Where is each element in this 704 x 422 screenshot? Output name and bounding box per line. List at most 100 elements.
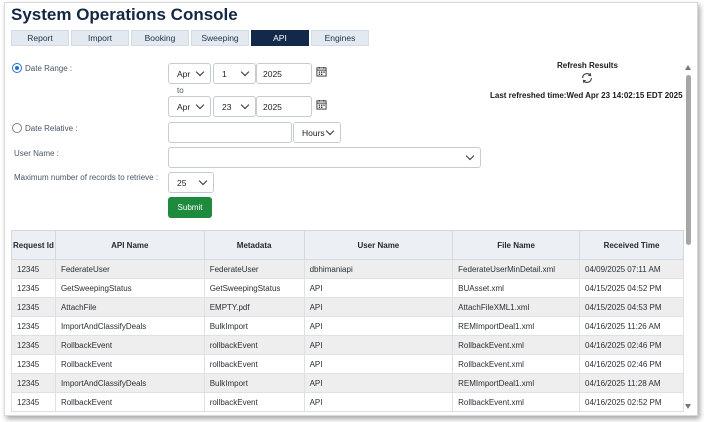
cell-request-id: 12345: [11, 354, 56, 374]
cell-received-time: 04/15/2025 04:52 PM: [579, 278, 684, 298]
from-year-value: 2025: [263, 68, 282, 79]
user-name-select[interactable]: [168, 147, 481, 168]
table-row[interactable]: 12345 ImportAndClassifyDeals BulkImport …: [11, 373, 684, 393]
to-label: to: [177, 86, 184, 95]
calendar-icon[interactable]: [316, 66, 327, 77]
chevron-down-icon: [325, 126, 335, 136]
tab-engines[interactable]: Engines: [311, 30, 369, 46]
date-relative-radio[interactable]: [12, 123, 22, 133]
relative-amount-input[interactable]: [168, 122, 292, 143]
tab-sweeping[interactable]: Sweeping: [191, 30, 249, 46]
tab-bar: Report Import Booking Sweeping API Engin…: [11, 30, 369, 46]
cell-request-id: 12345: [11, 373, 56, 393]
to-day-select[interactable]: 23: [213, 96, 256, 117]
cell-received-time: 04/15/2025 04:53 PM: [579, 297, 684, 317]
cell-user-name: API: [303, 278, 454, 298]
table-row[interactable]: 12345 RollbackEvent rollbackEvent API Ro…: [11, 392, 684, 412]
table-header-row: Request Id API Name Metadata User Name F…: [11, 230, 684, 260]
cell-api-name: FederateUser: [54, 259, 205, 279]
cell-received-time: 04/16/2025 11:28 AM: [579, 373, 684, 393]
to-month-value: Apr: [177, 101, 191, 112]
table-row[interactable]: 12345 ImportAndClassifyDeals BulkImport …: [11, 316, 684, 336]
from-day-select[interactable]: 1: [213, 63, 256, 84]
cell-user-name: dbhimaniapi: [303, 259, 454, 279]
from-month-value: Apr: [177, 68, 191, 79]
to-month-select[interactable]: Apr: [168, 96, 211, 117]
cell-metadata: GetSweepingStatus: [203, 278, 305, 298]
cell-request-id: 12345: [11, 392, 56, 412]
cell-received-time: 04/09/2025 07:11 AM: [579, 259, 684, 279]
tab-report[interactable]: Report: [11, 30, 69, 46]
column-header-received-time[interactable]: Received Time: [579, 230, 684, 260]
vertical-scrollbar[interactable]: [684, 63, 693, 411]
cell-request-id: 12345: [11, 259, 56, 279]
cell-user-name: API: [303, 335, 454, 355]
cell-metadata: rollbackEvent: [203, 335, 305, 355]
max-records-label: Maximum number of records to retrieve :: [14, 173, 159, 182]
submit-button[interactable]: Submit: [168, 197, 212, 218]
cell-user-name: API: [303, 316, 454, 336]
cell-user-name: API: [303, 392, 454, 412]
cell-received-time: 04/16/2025 02:46 PM: [579, 354, 684, 374]
cell-metadata: FederateUser: [203, 259, 305, 279]
cell-api-name: RollbackEvent: [54, 354, 205, 374]
table-row[interactable]: 12345 RollbackEvent rollbackEvent API Ro…: [11, 335, 684, 355]
from-year-input[interactable]: 2025: [256, 63, 312, 84]
results-table: Request Id API Name Metadata User Name F…: [11, 230, 684, 412]
column-header-api-name[interactable]: API Name: [54, 230, 205, 260]
chevron-down-icon: [198, 176, 208, 186]
date-relative-label: Date Relative :: [25, 124, 78, 133]
tab-import[interactable]: Import: [71, 30, 129, 46]
tab-api[interactable]: API: [251, 30, 309, 46]
max-records-value: 25: [177, 177, 187, 188]
cell-metadata: EMPTY.pdf: [203, 297, 305, 317]
table-row[interactable]: 12345 RollbackEvent rollbackEvent API Ro…: [11, 354, 684, 374]
cell-api-name: RollbackEvent: [54, 335, 205, 355]
date-range-radio[interactable]: [12, 63, 22, 73]
cell-file-name: FederateUserMinDetail.xml: [452, 259, 581, 279]
cell-received-time: 04/16/2025 02:52 PM: [579, 392, 684, 412]
cell-user-name: API: [303, 297, 454, 317]
tab-booking[interactable]: Booking: [131, 30, 189, 46]
to-year-value: 2025: [263, 101, 282, 112]
cell-api-name: ImportAndClassifyDeals: [54, 373, 205, 393]
last-refreshed-time: Last refreshed time:Wed Apr 23 14:02:15 …: [490, 91, 683, 100]
column-header-request-id[interactable]: Request Id: [11, 230, 56, 260]
from-day-value: 1: [222, 68, 227, 79]
cell-file-name: RollbackEvent.xml: [452, 392, 581, 412]
cell-file-name: REMImportDeal1.xml: [452, 373, 581, 393]
table-row[interactable]: 12345 FederateUser FederateUser dbhimani…: [11, 259, 684, 279]
cell-file-name: REMImportDeal1.xml: [452, 316, 581, 336]
cell-metadata: rollbackEvent: [203, 354, 305, 374]
relative-unit-value: Hours: [302, 127, 325, 138]
cell-api-name: GetSweepingStatus: [54, 278, 205, 298]
column-header-file-name[interactable]: File Name: [452, 230, 581, 260]
table-row[interactable]: 12345 AttachFile EMPTY.pdf API AttachFil…: [11, 297, 684, 317]
refresh-results-label[interactable]: Refresh Results: [557, 61, 618, 70]
scrollbar-thumb[interactable]: [686, 75, 691, 245]
from-month-select[interactable]: Apr: [168, 63, 211, 84]
scroll-up-arrow-icon[interactable]: [685, 65, 691, 70]
date-range-label: Date Range :: [25, 64, 73, 73]
chevron-down-icon: [240, 67, 250, 77]
to-year-input[interactable]: 2025: [256, 96, 312, 117]
column-header-user-name[interactable]: User Name: [303, 230, 454, 260]
cell-api-name: ImportAndClassifyDeals: [54, 316, 205, 336]
user-name-label: User Name :: [14, 149, 59, 158]
scroll-down-arrow-icon[interactable]: [685, 404, 691, 409]
cell-request-id: 12345: [11, 297, 56, 317]
relative-unit-select[interactable]: Hours: [293, 122, 341, 143]
chevron-down-icon: [195, 100, 205, 110]
page-title: System Operations Console: [11, 5, 238, 24]
max-records-select[interactable]: 25: [168, 172, 214, 193]
cell-file-name: AttachFileXML1.xml: [452, 297, 581, 317]
refresh-icon[interactable]: [580, 71, 594, 85]
chevron-down-icon: [195, 67, 205, 77]
cell-metadata: BulkImport: [203, 373, 305, 393]
column-header-metadata[interactable]: Metadata: [203, 230, 305, 260]
chevron-down-icon: [240, 100, 250, 110]
cell-file-name: RollbackEvent.xml: [452, 335, 581, 355]
table-row[interactable]: 12345 GetSweepingStatus GetSweepingStatu…: [11, 278, 684, 298]
cell-received-time: 04/16/2025 11:26 AM: [579, 316, 684, 336]
calendar-icon[interactable]: [316, 99, 327, 110]
